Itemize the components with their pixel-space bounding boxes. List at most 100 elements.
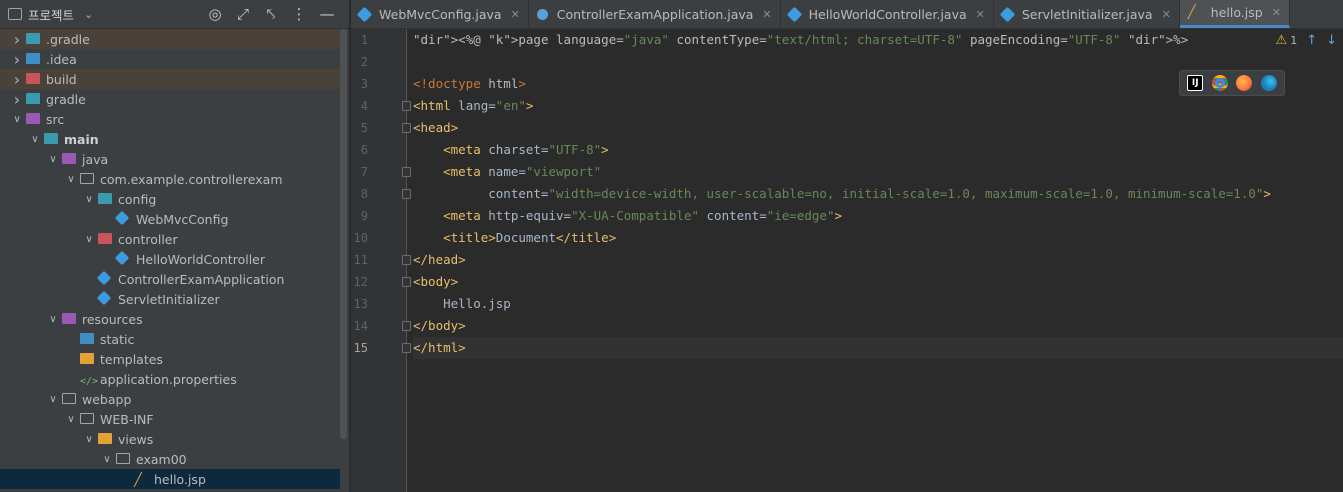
hide-panel-icon[interactable]: — — [319, 4, 335, 24]
tree-item-label: ControllerExamApplication — [118, 271, 285, 287]
folder-controller-icon — [98, 232, 114, 246]
edge-browser-icon[interactable] — [1260, 75, 1277, 91]
chevron-down-icon[interactable]: ∨ — [82, 194, 96, 205]
java-class-icon — [999, 6, 1016, 22]
warning-icon[interactable]: ⚠ — [1276, 33, 1288, 48]
code-line[interactable]: "dir"><%@ "k">page language="java" conte… — [413, 29, 1343, 51]
chrome-browser-icon[interactable] — [1211, 75, 1228, 91]
tree-item[interactable]: templates — [0, 349, 340, 369]
folder-module-icon-shape — [26, 93, 40, 104]
chevron-down-icon[interactable]: ∨ — [10, 114, 24, 125]
line-number: 6 — [360, 143, 368, 157]
folder-icon — [116, 452, 132, 466]
line-number-gutter[interactable]: 1 2 3 4 5 6 7 8 9 10 11 12 13 14 15 — [351, 29, 411, 492]
editor-tab[interactable]: HelloWorldController.java ✕ — [781, 0, 994, 28]
chevron-down-icon[interactable]: ∨ — [28, 134, 42, 145]
chevron-down-icon[interactable]: ∨ — [64, 174, 78, 185]
line-number: 2 — [360, 55, 368, 69]
code-line[interactable]: content="width=device-width, user-scalab… — [413, 183, 1343, 205]
chevron-right-icon[interactable]: › — [10, 90, 24, 109]
tree-item[interactable]: ∨ com.example.controllerexam — [0, 169, 340, 189]
code-line[interactable]: <meta http-equiv="X-UA-Compatible" conte… — [413, 205, 1343, 227]
firefox-browser-icon[interactable] — [1236, 75, 1253, 91]
code-line[interactable]: <meta charset="UTF-8"> — [413, 139, 1343, 161]
fold-marker-icon[interactable] — [402, 277, 411, 287]
chevron-down-icon[interactable]: ∨ — [82, 234, 96, 245]
warning-count[interactable]: 1 — [1290, 34, 1297, 47]
tree-item[interactable]: ∨ webapp — [0, 389, 340, 409]
tree-item[interactable]: ControllerExamApplication — [0, 269, 340, 289]
project-panel-title[interactable]: 프로젝트 — [28, 5, 74, 24]
chevron-right-icon[interactable]: › — [10, 50, 24, 69]
tree-item[interactable]: › build — [0, 69, 340, 89]
fold-marker-icon[interactable] — [402, 123, 411, 133]
tree-item[interactable]: static — [0, 329, 340, 349]
code-line[interactable]: Hello.jsp — [413, 293, 1343, 315]
folder-java-icon-shape — [62, 153, 76, 164]
tree-item[interactable]: ∨ resources — [0, 309, 340, 329]
intellij-browser-icon[interactable]: IJ — [1187, 75, 1204, 91]
tree-item[interactable]: ServletInitializer — [0, 289, 340, 309]
fold-marker-icon[interactable] — [402, 101, 411, 111]
tree-item[interactable]: ∨ controller — [0, 229, 340, 249]
line-number: 8 — [360, 187, 368, 201]
tree-item-label: gradle — [46, 91, 86, 107]
fold-marker-icon[interactable] — [402, 321, 411, 331]
code-line[interactable]: </html> — [413, 337, 1343, 359]
close-icon[interactable]: ✕ — [762, 8, 771, 21]
code-line[interactable]: <meta name="viewport" — [413, 161, 1343, 183]
fold-marker-icon[interactable] — [402, 255, 411, 265]
chevron-down-icon[interactable]: ∨ — [100, 454, 114, 465]
tree-item[interactable]: ∨ src — [0, 109, 340, 129]
tree-item[interactable]: › .gradle — [0, 29, 340, 49]
close-icon[interactable]: ✕ — [511, 8, 520, 21]
tree-item[interactable]: ∨ WEB-INF — [0, 409, 340, 429]
tree-item[interactable]: WebMvcConfig — [0, 209, 340, 229]
editor-tab[interactable]: WebMvcConfig.java ✕ — [351, 0, 529, 28]
close-icon[interactable]: ✕ — [1162, 8, 1171, 21]
fold-marker-icon[interactable] — [402, 189, 411, 199]
editor-tab[interactable]: ServletInitializer.java ✕ — [994, 0, 1180, 28]
folder-resources-icon-shape — [62, 313, 76, 324]
chevron-down-icon[interactable]: ∨ — [64, 414, 78, 425]
line-number: 4 — [360, 99, 368, 113]
previous-highlight-icon[interactable]: ↑ — [1306, 33, 1317, 48]
fold-marker-icon[interactable] — [402, 343, 411, 353]
close-icon[interactable]: ✕ — [976, 8, 985, 21]
chevron-down-icon[interactable]: ∨ — [82, 434, 96, 445]
next-highlight-icon[interactable]: ↓ — [1326, 33, 1337, 48]
tree-item-label: exam00 — [136, 451, 187, 467]
tree-item[interactable]: › gradle — [0, 89, 340, 109]
editor-tab[interactable]: ControllerExamApplication.java ✕ — [529, 0, 781, 28]
tree-item[interactable]: ∨ exam00 — [0, 449, 340, 469]
chevron-right-icon[interactable]: › — [10, 70, 24, 89]
code-line[interactable]: <html lang="en"> — [413, 95, 1343, 117]
chevron-down-icon[interactable]: ∨ — [46, 394, 60, 405]
editor-tab[interactable]: ╱ hello.jsp ✕ — [1179, 0, 1290, 28]
locate-target-icon[interactable]: ◎ — [207, 4, 223, 24]
options-menu-icon[interactable]: ⋮ — [291, 4, 307, 24]
fold-marker-icon[interactable] — [402, 167, 411, 177]
chevron-down-icon[interactable]: ∨ — [46, 154, 60, 165]
tree-item[interactable]: ∨ main — [0, 129, 340, 149]
expand-all-icon[interactable]: ⤢ — [235, 4, 251, 24]
code-line[interactable]: <body> — [413, 271, 1343, 293]
chevron-right-icon[interactable]: › — [10, 30, 24, 49]
tree-item[interactable]: HelloWorldController — [0, 249, 340, 269]
tree-item[interactable]: ∨ views — [0, 429, 340, 449]
tree-item[interactable]: ∨ java — [0, 149, 340, 169]
tree-item[interactable]: ╱ hello.jsp — [0, 469, 340, 489]
tree-item[interactable]: › .idea — [0, 49, 340, 69]
code-line[interactable]: </head> — [413, 249, 1343, 271]
tree-item[interactable]: </> application.properties — [0, 369, 340, 389]
code-line[interactable]: <title>Document</title> — [413, 227, 1343, 249]
code-editor[interactable]: 1 2 3 4 5 6 7 8 9 10 11 12 13 14 15 "dir"><%@ "k">page… — [351, 29, 1343, 492]
collapse-all-icon[interactable]: ⤣ — [263, 4, 279, 24]
tree-item[interactable]: ∨ config — [0, 189, 340, 209]
code-line[interactable]: <head> — [413, 117, 1343, 139]
chevron-down-icon[interactable]: ⌄ — [84, 8, 93, 21]
code-line[interactable]: </body> — [413, 315, 1343, 337]
close-icon[interactable]: ✕ — [1272, 6, 1281, 19]
chevron-down-icon[interactable]: ∨ — [46, 314, 60, 325]
java-class-icon-shape — [96, 290, 112, 306]
